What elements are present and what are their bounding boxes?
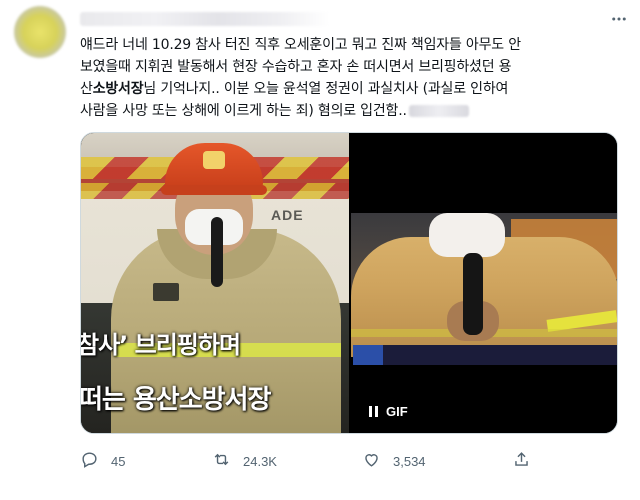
tweet-media[interactable]: ADE 참사’ 브리핑하며 떠는 용산소방서장 GIF (80, 132, 618, 434)
gif-control[interactable]: GIF (363, 399, 414, 423)
microphone (211, 217, 223, 287)
reply-button[interactable]: 45 (80, 450, 125, 472)
tweet-header (78, 8, 630, 30)
media-image-left[interactable]: ADE 참사’ 브리핑하며 떠는 용산소방서장 (81, 133, 349, 433)
mention-blurred[interactable] (408, 105, 469, 117)
face-mask (429, 213, 505, 257)
share-icon[interactable] (512, 450, 531, 472)
tweet-text-bold: 소방서장 (92, 81, 144, 97)
avatar[interactable] (14, 6, 66, 58)
news-banner (353, 345, 617, 365)
microphone (463, 253, 483, 335)
tweet-text-line: 얘드라 너네 10.29 참사 터진 직후 오세훈이고 뭐고 진짜 책임자들 아… (80, 37, 521, 53)
helmet-brim (161, 185, 267, 195)
caption-line-2: 떠는 용산소방서장 (81, 385, 271, 415)
tweet-text-span: 님 기억나지.. 이분 오늘 윤석열 정권이 과실치사 (과실로 인하여 (143, 81, 509, 97)
helmet-badge (203, 151, 225, 169)
tweet-text-span: 사람을 사망 또는 상해에 이르게 하는 죄) 혐의로 입건함.. (80, 103, 407, 119)
like-count: 3,534 (393, 453, 426, 469)
media-gif-right[interactable]: GIF (351, 133, 617, 433)
retweet-icon[interactable] (212, 450, 231, 472)
reply-count: 45 (111, 453, 126, 469)
more-icon[interactable] (608, 8, 630, 30)
like-icon[interactable] (362, 450, 381, 472)
news-banner-tag (353, 345, 383, 365)
gif-label: GIF (386, 403, 408, 419)
caption-line-1: 참사’ 브리핑하며 (81, 331, 241, 359)
username-blurred[interactable] (80, 12, 330, 26)
retweet-button[interactable]: 24.3K (212, 450, 277, 472)
tweet-text-line: 사람을 사망 또는 상해에 이르게 하는 죄) 혐의로 입건함.. (80, 100, 628, 122)
tweet-text-line: 보였을때 지휘권 발동해서 현장 수습하고 혼자 손 떠시면서 브리핑하셨던 용 (80, 59, 512, 75)
tweet-actions: 45 24.3K 3,534 (80, 450, 540, 472)
reply-icon[interactable] (80, 450, 99, 472)
tweet-text: 얘드라 너네 10.29 참사 터진 직후 오세훈이고 뭐고 진짜 책임자들 아… (80, 34, 628, 122)
tweet-text-span: 산 (80, 81, 93, 97)
like-button[interactable]: 3,534 (362, 450, 426, 472)
share-button[interactable] (512, 450, 531, 472)
retweet-count: 24.3K (243, 453, 277, 469)
jacket-badge (153, 283, 179, 301)
tweet-text-line: 산소방서장님 기억나지.. 이분 오늘 윤석열 정권이 과실치사 (과실로 인하… (80, 78, 628, 100)
truck-text: ADE (271, 207, 304, 223)
pause-icon[interactable] (369, 405, 378, 417)
